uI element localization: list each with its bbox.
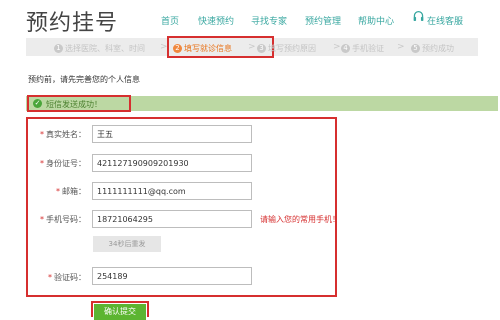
page-title: 预约挂号 (26, 11, 119, 36)
nav-quick-booking[interactable]: 快速预约 (198, 14, 234, 27)
step-label: 选择医院、科室、时间 (65, 44, 145, 53)
nav-home[interactable]: 首页 (161, 14, 179, 27)
step-3: 3 填写预约原因 (257, 43, 316, 54)
step-separator: > (397, 42, 405, 52)
email-field[interactable] (92, 182, 252, 200)
email-label: * 邮箱： (56, 187, 86, 196)
online-service-link[interactable]: 在线客服 (427, 14, 463, 27)
success-message: 短信发送成功！ (46, 100, 102, 109)
step-label: 预约成功 (422, 44, 454, 53)
required-mark: * (40, 215, 44, 224)
required-mark: * (40, 130, 44, 139)
step-number: 3 (257, 44, 266, 53)
id-number-field[interactable] (92, 154, 252, 172)
step-4: 4 手机验证 (341, 43, 384, 54)
required-mark: * (48, 273, 52, 282)
name-field[interactable] (92, 125, 252, 143)
step-2-current: 2 填写就诊信息 (173, 43, 232, 54)
id-number-label: * 身份证号： (40, 159, 86, 168)
required-mark: * (56, 187, 60, 196)
verification-code-label: * 验证码： (48, 273, 86, 282)
step-separator: > (333, 42, 341, 52)
confirm-submit-button[interactable]: 确认提交 (94, 304, 146, 320)
step-number: 1 (54, 44, 63, 53)
phone-label: * 手机号码： (40, 215, 86, 224)
step-1: 1 选择医院、科室、时间 (54, 43, 145, 54)
nav-help-center[interactable]: 帮助中心 (358, 14, 394, 27)
step-label: 填写就诊信息 (184, 44, 232, 53)
verification-code-field[interactable] (92, 267, 252, 285)
step-label: 手机验证 (352, 44, 384, 53)
step-separator: > (248, 42, 256, 52)
phone-field[interactable] (92, 210, 252, 228)
name-label: * 真实姓名： (40, 130, 86, 139)
step-label: 填写预约原因 (268, 44, 316, 53)
personal-info-hint: 预约前，请先完善您的个人信息 (28, 75, 140, 84)
nav-booking-management[interactable]: 预约管理 (305, 14, 341, 27)
step-number: 2 (173, 44, 182, 53)
nav-find-expert[interactable]: 寻找专家 (251, 14, 287, 27)
required-mark: * (40, 159, 44, 168)
step-number: 5 (411, 44, 420, 53)
phone-error-message: 请输入您的常用手机！ (260, 215, 340, 224)
check-circle-icon: ✓ (33, 99, 42, 108)
step-number: 4 (341, 44, 350, 53)
resend-code-button[interactable]: 34秒后重发 (93, 236, 161, 252)
headset-icon[interactable] (412, 10, 425, 23)
step-5: 5 预约成功 (411, 43, 454, 54)
